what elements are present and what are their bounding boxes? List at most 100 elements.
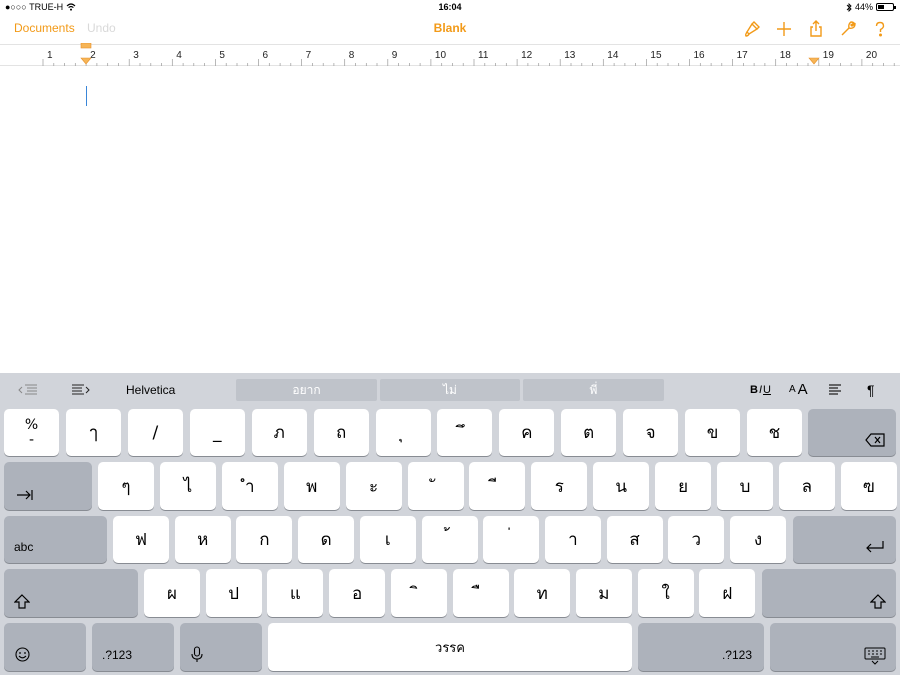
key-row2-4[interactable]: พ — [283, 462, 340, 510]
key-row2-3[interactable]: ำ — [221, 462, 278, 510]
key-row1-2[interactable]: / — [127, 409, 183, 456]
align-left-icon — [829, 383, 841, 395]
emoji-icon — [15, 647, 30, 662]
emoji-key[interactable] — [4, 623, 86, 671]
key-row2-1[interactable]: ๆ — [98, 462, 154, 510]
plus-icon — [777, 22, 791, 36]
key-row4-3[interactable]: แ — [267, 569, 324, 617]
abc-key[interactable]: abc — [4, 516, 107, 563]
hide-keyboard-key[interactable] — [770, 623, 896, 671]
keyboard-dismiss-icon — [864, 647, 886, 665]
shift-icon — [870, 594, 886, 609]
return-key[interactable] — [793, 516, 896, 563]
align-button[interactable] — [828, 373, 842, 406]
key-row2-11[interactable]: บ — [717, 462, 773, 510]
space-key[interactable]: วรรค — [268, 623, 632, 671]
key-row1-11[interactable]: ข — [685, 409, 740, 456]
key-row4-1[interactable]: ผ — [144, 569, 200, 617]
status-bar: ●○○○ TRUE-H 16:04 44% — [0, 0, 900, 14]
key-row3-10[interactable]: ว — [668, 516, 725, 563]
ruler-number: 11 — [478, 50, 489, 61]
delete-key[interactable] — [808, 409, 896, 456]
shift-left-key[interactable] — [4, 569, 138, 617]
key-row2-5[interactable]: ะ — [345, 462, 402, 510]
key-row1-5[interactable]: ถ — [313, 409, 369, 456]
key-row1-7[interactable]: ึ — [437, 409, 493, 456]
key-row3-11[interactable]: ง — [730, 516, 786, 563]
key-row3-6[interactable]: ้ — [421, 516, 478, 563]
document-title[interactable]: Blank — [434, 21, 467, 35]
key-row4-9[interactable]: ใ — [637, 569, 694, 617]
numbers-right-key[interactable]: .?123 — [638, 623, 764, 671]
key-row1-9[interactable]: ต — [561, 409, 617, 456]
key-percent[interactable]: % - — [4, 409, 59, 456]
numbers-left-label: .?123 — [102, 648, 133, 662]
key-row3-1[interactable]: ฟ — [113, 516, 169, 563]
key-row4-5[interactable]: ิ — [390, 569, 447, 617]
ruler-number: 17 — [736, 50, 748, 61]
key-row4-8[interactable]: ม — [575, 569, 632, 617]
key-row3-7[interactable]: ่ — [483, 516, 540, 563]
key-row4-7[interactable]: ท — [514, 569, 571, 617]
font-size-small-label: A — [789, 384, 796, 395]
suggestion-3[interactable]: พี่ — [523, 379, 664, 401]
key-row1-1[interactable]: ๅ — [66, 409, 121, 456]
document-canvas[interactable] — [0, 66, 900, 373]
tab-key[interactable] — [4, 462, 92, 510]
key-row4-4[interactable]: อ — [329, 569, 386, 617]
font-button[interactable]: Helvetica — [126, 373, 175, 406]
font-size-button[interactable]: AA — [789, 373, 808, 406]
biu-button[interactable]: BIU — [750, 373, 771, 406]
key-row1-3[interactable]: _ — [189, 409, 245, 456]
key-row4-2[interactable]: ป — [205, 569, 262, 617]
settings-button[interactable] — [838, 19, 858, 39]
key-row3-2[interactable]: ห — [174, 516, 231, 563]
pilcrow-button[interactable]: ¶ — [867, 373, 875, 406]
key-row3-4[interactable]: ด — [298, 516, 355, 563]
outdent-button[interactable] — [17, 373, 39, 406]
key-row4-6[interactable]: ื — [452, 569, 509, 617]
key-row1-8[interactable]: ค — [499, 409, 555, 456]
ruler-number: 1 — [47, 50, 53, 61]
format-brush-button[interactable] — [742, 19, 762, 39]
key-row2-8[interactable]: ร — [531, 462, 588, 510]
suggestion-1[interactable]: อยาก — [236, 379, 377, 401]
undo-button[interactable]: Undo — [87, 21, 116, 35]
ruler-number: 19 — [822, 50, 834, 61]
key-row1-6[interactable]: ุ — [375, 409, 431, 456]
wrench-icon — [841, 21, 856, 36]
key-row2-12[interactable]: ล — [778, 462, 835, 510]
share-button[interactable] — [806, 19, 826, 39]
left-indent-marker[interactable] — [80, 43, 92, 65]
key-row2-13[interactable]: ฃ — [840, 462, 897, 510]
key-row2-10[interactable]: ย — [655, 462, 712, 510]
shift-right-key[interactable] — [762, 569, 896, 617]
dictation-key[interactable] — [180, 623, 262, 671]
bold-label: B — [750, 383, 758, 396]
key-row2-6[interactable]: ั — [407, 462, 464, 510]
key-row1-10[interactable]: จ — [623, 409, 679, 456]
font-size-large-label: A — [797, 381, 808, 398]
documents-button[interactable]: Documents — [14, 21, 75, 35]
key-row3-3[interactable]: ก — [236, 516, 293, 563]
help-button[interactable] — [870, 19, 890, 39]
key-row1-4[interactable]: ภ — [251, 409, 307, 456]
key-row2-2[interactable]: ไ — [159, 462, 216, 510]
underline-label: U — [763, 383, 771, 396]
key-row3-9[interactable]: ส — [606, 516, 663, 563]
paintbrush-icon — [744, 21, 760, 37]
key-row3-8[interactable]: า — [544, 516, 601, 563]
indent-button[interactable] — [70, 373, 92, 406]
right-indent-marker[interactable] — [808, 43, 820, 65]
key-row1-12[interactable]: ช — [746, 409, 802, 456]
key-row2-9[interactable]: น — [593, 462, 650, 510]
key-row2-7[interactable]: ี — [469, 462, 526, 510]
text-cursor — [86, 86, 87, 106]
key-row4-10[interactable]: ฝ — [699, 569, 756, 617]
suggestion-2[interactable]: ไม่ — [380, 379, 520, 401]
numbers-left-key[interactable]: .?123 — [92, 623, 174, 671]
ruler[interactable]: 1 2 3 4 5 6 7 8 9 10 11 12 13 14 15 16 17 18 19 20 — [0, 43, 900, 66]
insert-button[interactable] — [774, 19, 794, 39]
microphone-icon — [191, 646, 203, 662]
key-row3-5[interactable]: เ — [359, 516, 416, 563]
